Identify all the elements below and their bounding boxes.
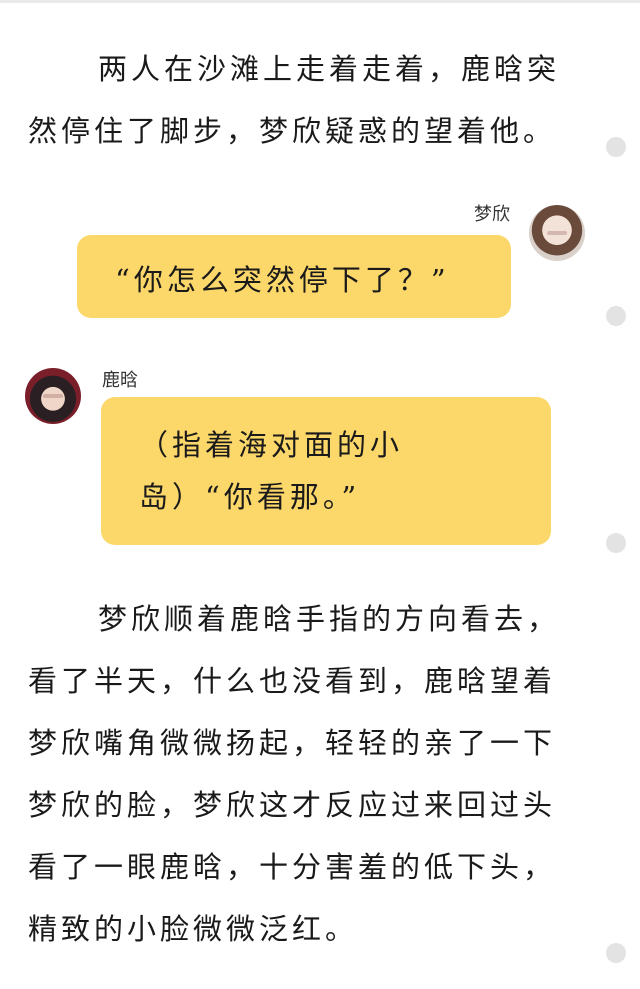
side-dot-marker: [606, 533, 626, 553]
avatar-girl-long-hair[interactable]: [529, 205, 585, 261]
avatar-boy-red-jacket[interactable]: [25, 368, 81, 424]
speaker-name-luhan: 鹿晗: [102, 370, 138, 391]
avatar-face-icon: [43, 394, 63, 398]
avatar-face-icon: [547, 231, 567, 235]
chat-bubble-mengxin: “你怎么突然停下了？”: [77, 235, 511, 318]
chat-bubble-text-line-2: 岛）“你看那。”: [139, 480, 361, 514]
paragraph-text: 两人在沙滩上走着走着，鹿晗突然停住了脚步，梦欣疑惑的望着他。: [28, 52, 561, 148]
chat-bubble-text-line-1: （指着海对面的小: [139, 428, 404, 462]
side-dot-marker: [606, 943, 626, 963]
story-paragraph-1: 两人在沙滩上走着走着，鹿晗突然停住了脚步，梦欣疑惑的望着他。: [28, 38, 588, 162]
side-dot-marker: [606, 137, 626, 157]
paragraph-text: 梦欣顺着鹿晗手指的方向看去，看了半天，什么也没看到，鹿晗望着梦欣嘴角微微扬起，轻…: [28, 602, 561, 946]
chat-bubble-text: “你怎么突然停下了？”: [115, 263, 450, 297]
story-paragraph-2: 梦欣顺着鹿晗手指的方向看去，看了半天，什么也没看到，鹿晗望着梦欣嘴角微微扬起，轻…: [28, 588, 588, 960]
chat-bubble-luhan: （指着海对面的小 岛）“你看那。”: [101, 397, 551, 545]
speaker-name-mengxin: 梦欣: [474, 204, 510, 225]
side-dot-marker: [606, 306, 626, 326]
top-divider: [0, 0, 640, 3]
